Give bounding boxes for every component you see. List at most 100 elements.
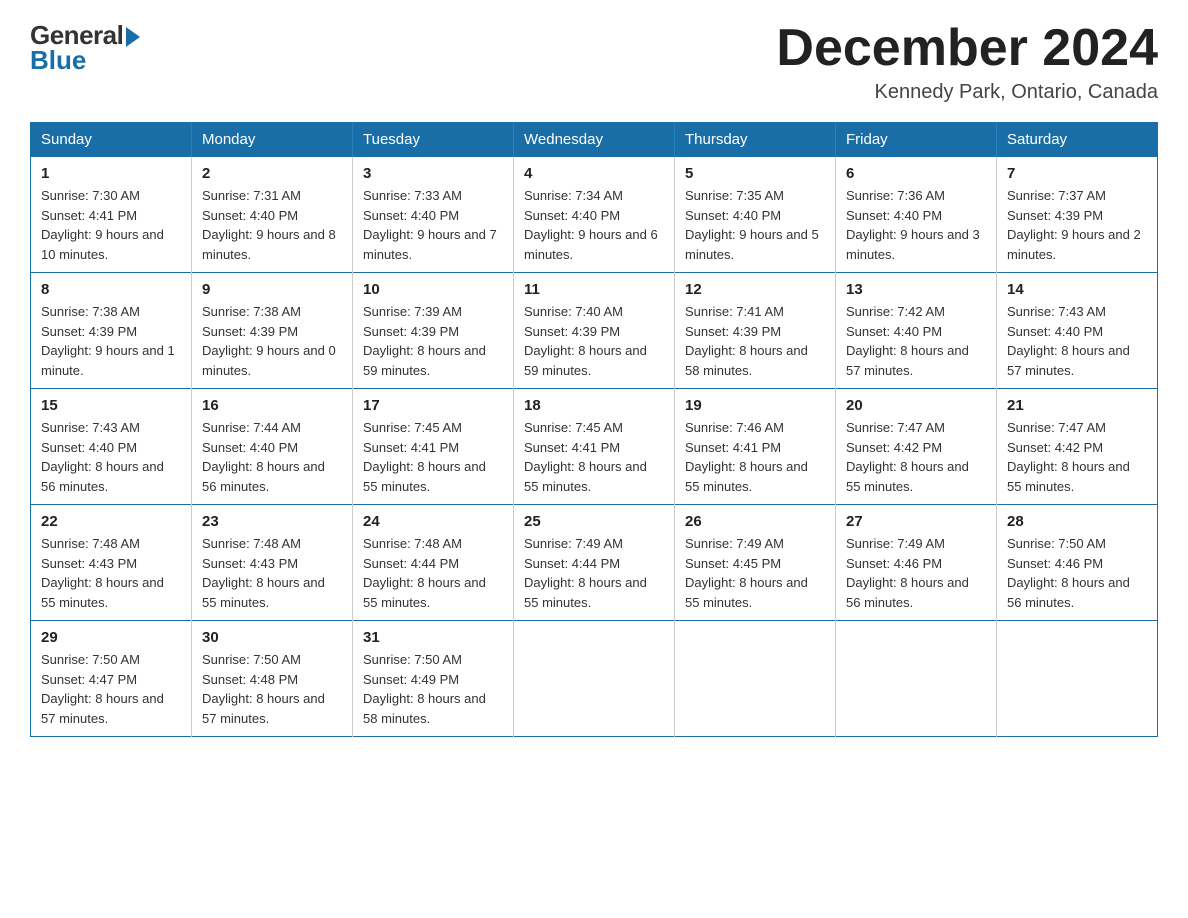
day-number: 22 (41, 513, 181, 530)
calendar-cell: 7 Sunrise: 7:37 AMSunset: 4:39 PMDaylight… (997, 157, 1158, 273)
day-info: Sunrise: 7:33 AMSunset: 4:40 PMDaylight:… (363, 186, 503, 264)
day-info: Sunrise: 7:47 AMSunset: 4:42 PMDaylight:… (846, 418, 986, 496)
day-info: Sunrise: 7:31 AMSunset: 4:40 PMDaylight:… (202, 186, 342, 264)
calendar-cell: 11Sunrise: 7:40 AMSunset: 4:39 PMDayligh… (514, 273, 675, 389)
calendar-cell: 31Sunrise: 7:50 AMSunset: 4:49 PMDayligh… (353, 621, 514, 737)
day-info: Sunrise: 7:48 AMSunset: 4:44 PMDaylight:… (363, 534, 503, 612)
day-info: Sunrise: 7:38 AMSunset: 4:39 PMDaylight:… (202, 302, 342, 380)
calendar-cell (675, 621, 836, 737)
day-info: Sunrise: 7:43 AMSunset: 4:40 PMDaylight:… (1007, 302, 1147, 380)
day-number: 10 (363, 281, 503, 298)
day-number: 2 (202, 165, 342, 182)
calendar-week-1: 1Sunrise: 7:30 AMSunset: 4:41 PMDaylight… (31, 157, 1158, 273)
location-text: Kennedy Park, Ontario, Canada (776, 81, 1158, 104)
calendar-cell: 16Sunrise: 7:44 AMSunset: 4:40 PMDayligh… (192, 389, 353, 505)
calendar-cell: 4 Sunrise: 7:34 AMSunset: 4:40 PMDaylight… (514, 157, 675, 273)
calendar-cell: 1Sunrise: 7:30 AMSunset: 4:41 PMDaylight… (31, 157, 192, 273)
day-info: Sunrise: 7:45 AMSunset: 4:41 PMDaylight:… (524, 418, 664, 496)
day-info: Sunrise: 7:50 AMSunset: 4:47 PMDaylight:… (41, 650, 181, 728)
calendar-header-row: SundayMondayTuesdayWednesdayThursdayFrid… (31, 123, 1158, 157)
day-info: Sunrise: 7:47 AMSunset: 4:42 PMDaylight:… (1007, 418, 1147, 496)
day-number: 1 (41, 165, 181, 182)
logo-blue-text: Blue (30, 45, 86, 76)
day-number: 30 (202, 629, 342, 646)
day-info: Sunrise: 7:41 AMSunset: 4:39 PMDaylight:… (685, 302, 825, 380)
page-header: General Blue December 2024 Kennedy Park,… (30, 20, 1158, 104)
day-number: 6 (846, 165, 986, 182)
day-number: 14 (1007, 281, 1147, 298)
day-info: Sunrise: 7:39 AMSunset: 4:39 PMDaylight:… (363, 302, 503, 380)
logo-arrow-icon (126, 27, 140, 47)
day-info: Sunrise: 7:50 AMSunset: 4:48 PMDaylight:… (202, 650, 342, 728)
header-thursday: Thursday (675, 123, 836, 157)
calendar-cell: 15 Sunrise: 7:43 AMSunset: 4:40 PMDayligh… (31, 389, 192, 505)
day-info: Sunrise: 7:35 AMSunset: 4:40 PMDaylight:… (685, 186, 825, 264)
day-number: 24 (363, 513, 503, 530)
calendar-cell: 21 Sunrise: 7:47 AMSunset: 4:42 PMDayligh… (997, 389, 1158, 505)
calendar-cell: 2 Sunrise: 7:31 AMSunset: 4:40 PMDaylight… (192, 157, 353, 273)
day-number: 8 (41, 281, 181, 298)
day-number: 3 (363, 165, 503, 182)
day-number: 15 (41, 397, 181, 414)
calendar-cell: 27 Sunrise: 7:49 AMSunset: 4:46 PMDayligh… (836, 505, 997, 621)
calendar-cell: 17Sunrise: 7:45 AMSunset: 4:41 PMDayligh… (353, 389, 514, 505)
calendar-table: SundayMondayTuesdayWednesdayThursdayFrid… (30, 122, 1158, 737)
calendar-week-2: 8 Sunrise: 7:38 AMSunset: 4:39 PMDaylight… (31, 273, 1158, 389)
day-number: 25 (524, 513, 664, 530)
calendar-cell (514, 621, 675, 737)
day-info: Sunrise: 7:50 AMSunset: 4:46 PMDaylight:… (1007, 534, 1147, 612)
header-wednesday: Wednesday (514, 123, 675, 157)
calendar-cell: 19 Sunrise: 7:46 AMSunset: 4:41 PMDayligh… (675, 389, 836, 505)
day-number: 7 (1007, 165, 1147, 182)
day-info: Sunrise: 7:44 AMSunset: 4:40 PMDaylight:… (202, 418, 342, 496)
calendar-cell: 3 Sunrise: 7:33 AMSunset: 4:40 PMDaylight… (353, 157, 514, 273)
calendar-week-5: 29 Sunrise: 7:50 AMSunset: 4:47 PMDayligh… (31, 621, 1158, 737)
day-number: 18 (524, 397, 664, 414)
day-info: Sunrise: 7:46 AMSunset: 4:41 PMDaylight:… (685, 418, 825, 496)
day-info: Sunrise: 7:36 AMSunset: 4:40 PMDaylight:… (846, 186, 986, 264)
day-info: Sunrise: 7:34 AMSunset: 4:40 PMDaylight:… (524, 186, 664, 264)
day-info: Sunrise: 7:37 AMSunset: 4:39 PMDaylight:… (1007, 186, 1147, 264)
day-info: Sunrise: 7:38 AMSunset: 4:39 PMDaylight:… (41, 302, 181, 380)
calendar-cell: 8 Sunrise: 7:38 AMSunset: 4:39 PMDaylight… (31, 273, 192, 389)
calendar-cell: 24 Sunrise: 7:48 AMSunset: 4:44 PMDayligh… (353, 505, 514, 621)
title-block: December 2024 Kennedy Park, Ontario, Can… (776, 20, 1158, 104)
calendar-cell: 28Sunrise: 7:50 AMSunset: 4:46 PMDayligh… (997, 505, 1158, 621)
calendar-cell: 30 Sunrise: 7:50 AMSunset: 4:48 PMDayligh… (192, 621, 353, 737)
logo: General Blue (30, 20, 140, 76)
day-number: 21 (1007, 397, 1147, 414)
day-number: 9 (202, 281, 342, 298)
calendar-cell: 12 Sunrise: 7:41 AMSunset: 4:39 PMDayligh… (675, 273, 836, 389)
calendar-cell: 23Sunrise: 7:48 AMSunset: 4:43 PMDayligh… (192, 505, 353, 621)
day-info: Sunrise: 7:49 AMSunset: 4:44 PMDaylight:… (524, 534, 664, 612)
calendar-week-4: 22 Sunrise: 7:48 AMSunset: 4:43 PMDayligh… (31, 505, 1158, 621)
calendar-cell: 25 Sunrise: 7:49 AMSunset: 4:44 PMDayligh… (514, 505, 675, 621)
header-monday: Monday (192, 123, 353, 157)
day-number: 13 (846, 281, 986, 298)
day-info: Sunrise: 7:48 AMSunset: 4:43 PMDaylight:… (202, 534, 342, 612)
calendar-cell: 10 Sunrise: 7:39 AMSunset: 4:39 PMDayligh… (353, 273, 514, 389)
day-number: 27 (846, 513, 986, 530)
day-number: 4 (524, 165, 664, 182)
day-info: Sunrise: 7:42 AMSunset: 4:40 PMDaylight:… (846, 302, 986, 380)
calendar-cell (997, 621, 1158, 737)
day-number: 5 (685, 165, 825, 182)
header-friday: Friday (836, 123, 997, 157)
calendar-cell: 26 Sunrise: 7:49 AMSunset: 4:45 PMDayligh… (675, 505, 836, 621)
header-tuesday: Tuesday (353, 123, 514, 157)
calendar-cell: 22 Sunrise: 7:48 AMSunset: 4:43 PMDayligh… (31, 505, 192, 621)
day-number: 12 (685, 281, 825, 298)
day-info: Sunrise: 7:48 AMSunset: 4:43 PMDaylight:… (41, 534, 181, 612)
day-info: Sunrise: 7:49 AMSunset: 4:46 PMDaylight:… (846, 534, 986, 612)
day-info: Sunrise: 7:50 AMSunset: 4:49 PMDaylight:… (363, 650, 503, 728)
day-info: Sunrise: 7:45 AMSunset: 4:41 PMDaylight:… (363, 418, 503, 496)
calendar-week-3: 15 Sunrise: 7:43 AMSunset: 4:40 PMDayligh… (31, 389, 1158, 505)
header-saturday: Saturday (997, 123, 1158, 157)
day-info: Sunrise: 7:43 AMSunset: 4:40 PMDaylight:… (41, 418, 181, 496)
day-info: Sunrise: 7:40 AMSunset: 4:39 PMDaylight:… (524, 302, 664, 380)
day-number: 29 (41, 629, 181, 646)
calendar-cell: 13 Sunrise: 7:42 AMSunset: 4:40 PMDayligh… (836, 273, 997, 389)
day-number: 26 (685, 513, 825, 530)
day-info: Sunrise: 7:49 AMSunset: 4:45 PMDaylight:… (685, 534, 825, 612)
day-number: 19 (685, 397, 825, 414)
